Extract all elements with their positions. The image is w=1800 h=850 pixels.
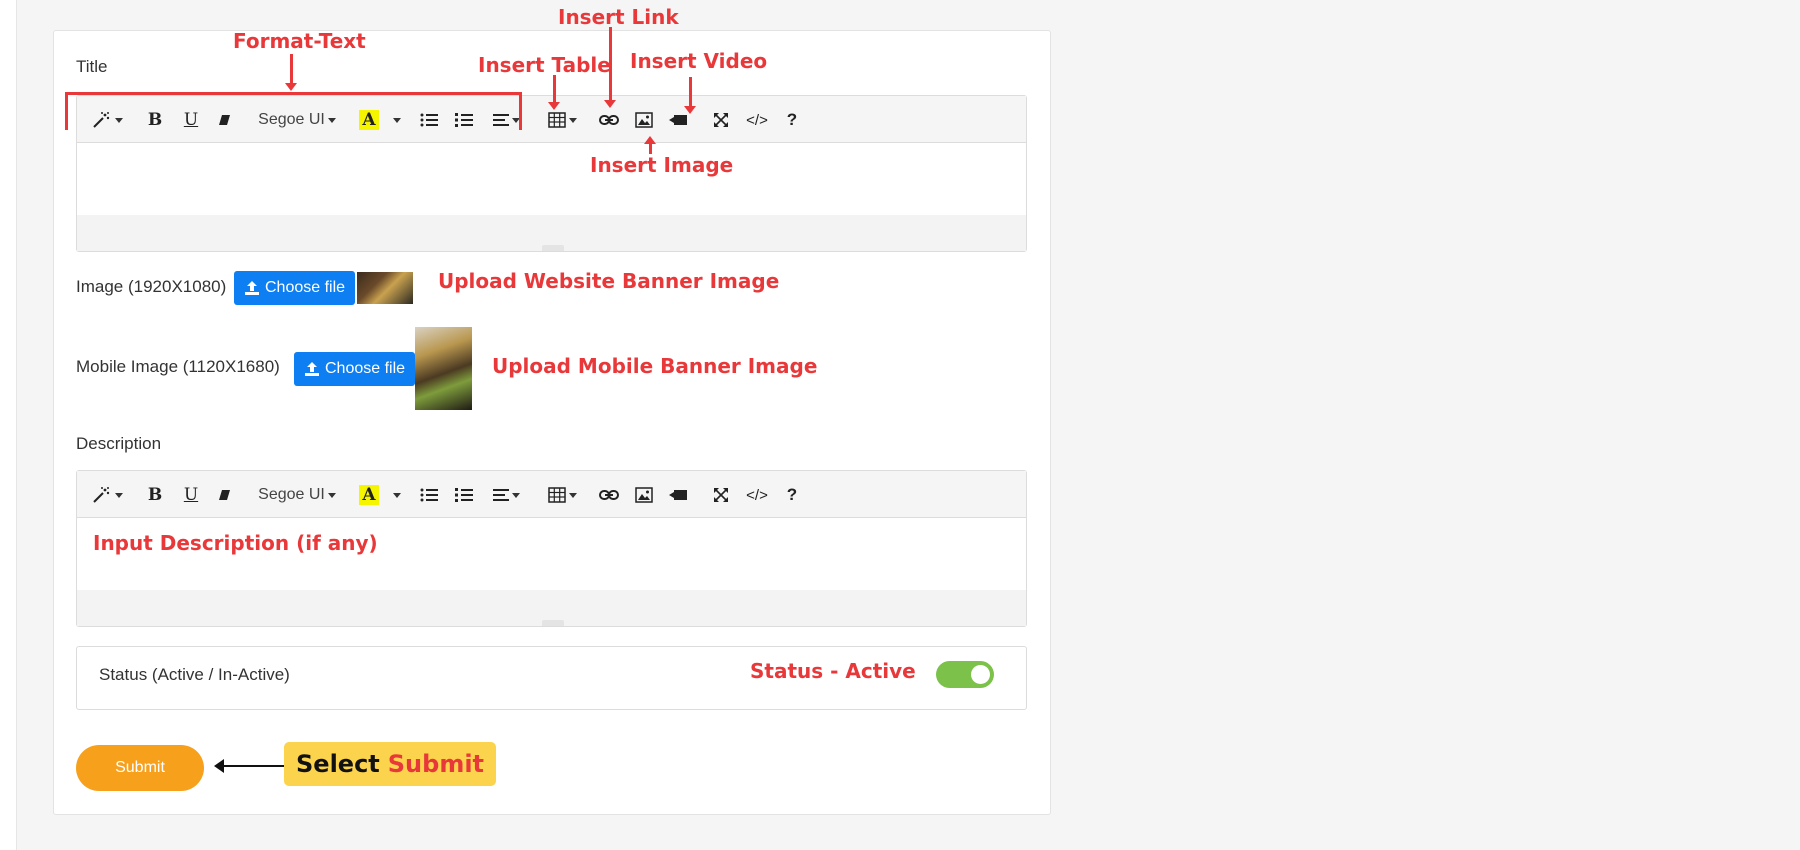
- eraser-icon[interactable]: [214, 109, 236, 131]
- mobile-banner-thumbnail: [415, 327, 472, 410]
- link-icon[interactable]: [598, 109, 620, 131]
- upload-icon: [245, 281, 259, 295]
- title-editor: B U Segoe UI A </> ?: [76, 95, 1027, 252]
- callout-arrow: [218, 765, 284, 767]
- resize-grip[interactable]: [542, 620, 564, 626]
- callout-submit-text: Submit: [387, 750, 485, 778]
- website-banner-thumbnail: [357, 272, 413, 304]
- video-icon[interactable]: [667, 484, 689, 506]
- editor-toolbar: B U Segoe UI A </> ?: [77, 471, 1026, 518]
- code-view-icon[interactable]: </>: [743, 484, 771, 506]
- annotation-upload-website: Upload Website Banner Image: [438, 269, 780, 293]
- ordered-list-icon[interactable]: [453, 109, 475, 131]
- annotation-arrow: [553, 75, 556, 102]
- submit-button[interactable]: Submit: [76, 745, 204, 791]
- help-icon[interactable]: ?: [781, 484, 803, 506]
- link-icon[interactable]: [598, 484, 620, 506]
- annotation-insert-table: Insert Table: [478, 53, 611, 77]
- image-label: Image (1920X1080): [76, 277, 227, 296]
- annotation-bracket: [65, 92, 68, 130]
- underline-icon[interactable]: U: [180, 109, 202, 131]
- title-label: Title: [76, 57, 108, 76]
- select-submit-callout: Select Submit: [284, 742, 497, 786]
- choose-file-label: Choose file: [265, 279, 346, 296]
- magic-icon[interactable]: [91, 109, 123, 131]
- choose-file-button[interactable]: Choose file: [234, 271, 356, 305]
- picture-icon[interactable]: [633, 484, 655, 506]
- annotation-insert-video: Insert Video: [630, 49, 768, 73]
- annotation-input-description: Input Description (if any): [93, 531, 378, 555]
- resize-grip[interactable]: [542, 245, 564, 251]
- annotation-insert-link: Insert Link: [558, 5, 679, 29]
- toggle-knob: [971, 665, 990, 684]
- code-view-icon[interactable]: </>: [743, 109, 771, 131]
- picture-icon[interactable]: [633, 109, 655, 131]
- upload-icon: [305, 362, 319, 376]
- annotation-arrowhead: [285, 83, 297, 91]
- annotation-arrowhead: [644, 136, 656, 144]
- callout-arrowhead: [214, 759, 224, 773]
- title-edit-area[interactable]: [77, 143, 1026, 215]
- align-icon[interactable]: [491, 109, 521, 131]
- help-icon[interactable]: ?: [781, 109, 803, 131]
- annotation-arrowhead: [684, 106, 696, 114]
- choose-file-label: Choose file: [325, 360, 406, 377]
- font-family-dropdown[interactable]: Segoe UI: [257, 109, 337, 131]
- annotation-upload-mobile: Upload Mobile Banner Image: [492, 354, 818, 378]
- table-icon[interactable]: [545, 484, 579, 506]
- text-color-icon[interactable]: A: [358, 109, 380, 131]
- align-icon[interactable]: [491, 484, 521, 506]
- status-toggle[interactable]: [936, 661, 994, 688]
- color-dropdown-icon[interactable]: [388, 109, 402, 131]
- title-resize-bar[interactable]: [77, 215, 1026, 251]
- status-label: Status (Active / In-Active): [99, 665, 290, 684]
- mobile-choose-file-button[interactable]: Choose file: [294, 352, 416, 386]
- annotation-status-active: Status - Active: [750, 659, 916, 683]
- magic-icon[interactable]: [91, 484, 123, 506]
- description-resize-bar[interactable]: [77, 590, 1026, 626]
- annotation-arrow: [689, 77, 692, 106]
- annotation-bracket: [65, 92, 522, 95]
- annotation-arrow: [290, 54, 293, 83]
- annotation-format-text: Format-Text: [233, 29, 366, 53]
- unordered-list-icon[interactable]: [418, 484, 440, 506]
- bold-icon[interactable]: B: [144, 484, 166, 506]
- bold-icon[interactable]: B: [144, 109, 166, 131]
- callout-select-text: Select: [296, 750, 380, 778]
- fullscreen-icon[interactable]: [710, 484, 732, 506]
- underline-icon[interactable]: U: [180, 484, 202, 506]
- sidebar-edge: [0, 0, 17, 850]
- unordered-list-icon[interactable]: [418, 109, 440, 131]
- fullscreen-icon[interactable]: [710, 109, 732, 131]
- annotation-arrowhead: [604, 100, 616, 108]
- annotation-bracket: [519, 92, 522, 130]
- color-dropdown-icon[interactable]: [388, 484, 402, 506]
- text-color-icon[interactable]: A: [358, 484, 380, 506]
- description-label: Description: [76, 434, 162, 453]
- annotation-insert-image: Insert Image: [590, 153, 734, 177]
- eraser-icon[interactable]: [214, 484, 236, 506]
- font-family-dropdown[interactable]: Segoe UI: [257, 484, 337, 506]
- annotation-arrowhead: [548, 102, 560, 110]
- table-icon[interactable]: [545, 109, 579, 131]
- mobile-image-label: Mobile Image (1120X1680): [76, 357, 280, 376]
- ordered-list-icon[interactable]: [453, 484, 475, 506]
